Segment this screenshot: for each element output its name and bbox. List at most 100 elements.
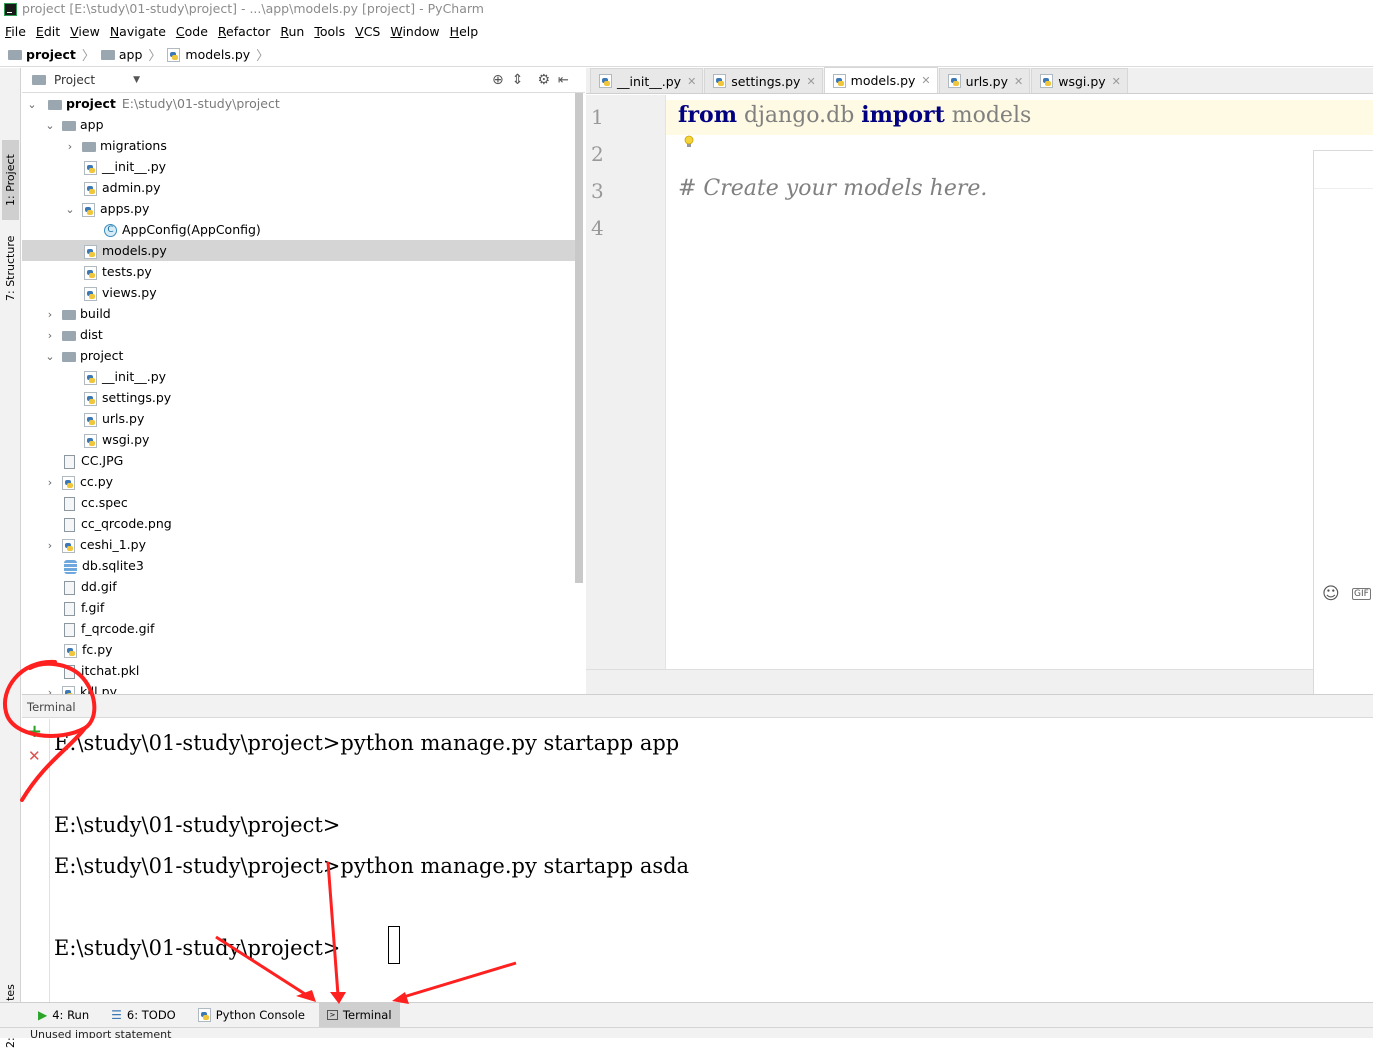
folder-icon — [47, 99, 62, 110]
project-view-icon — [32, 75, 46, 85]
project-panel-header: Project ▼ ⊕ ⇕ ⚙ ⇤ — [22, 68, 585, 93]
editor-bottom-area — [586, 669, 1313, 694]
tree-item[interactable]: › build — [22, 303, 575, 324]
tree-item[interactable]: cc.spec — [22, 492, 575, 513]
tree-item[interactable]: fc.py — [22, 639, 575, 660]
close-icon[interactable]: ✕ — [921, 74, 930, 87]
tab-todo[interactable]: ☰ 6: TODO — [103, 1003, 184, 1027]
scroll-from-source-icon[interactable]: ⊕ — [492, 72, 504, 88]
menu-navigate[interactable]: Navigate — [110, 24, 166, 39]
tree-root[interactable]: ⌄ project E:\study\01-study\project — [22, 93, 575, 114]
chevron-right-icon[interactable]: › — [64, 136, 76, 157]
tree-item[interactable]: › dist — [22, 324, 575, 345]
tree-item[interactable]: cc_qrcode.png — [22, 513, 575, 534]
tool-tab-project[interactable]: 1: Project — [2, 140, 19, 220]
tree-item[interactable]: C AppConfig(AppConfig) — [22, 219, 575, 240]
close-icon[interactable]: ✕ — [806, 75, 815, 88]
project-view-selector[interactable]: Project — [54, 73, 95, 87]
tab-settings-py[interactable]: settings.py ✕ — [704, 68, 823, 93]
menu-edit[interactable]: Edit — [36, 24, 60, 39]
tab-python-console[interactable]: Python Console — [190, 1003, 313, 1027]
chevron-right-icon[interactable]: › — [44, 535, 56, 556]
annotation-arrow-1 — [326, 861, 340, 996]
code-line-1[interactable]: from django.db import models — [678, 102, 1031, 128]
tree-item[interactable]: CC.JPG — [22, 450, 575, 471]
tree-item-selected[interactable]: models.py — [22, 240, 575, 261]
tab-init-py[interactable]: __init__.py ✕ — [590, 68, 704, 93]
settings-gear-icon[interactable]: ⚙ — [537, 72, 550, 88]
tree-scrollbar[interactable] — [575, 93, 583, 583]
menu-refactor[interactable]: Refactor — [218, 24, 270, 39]
lightbulb-icon[interactable] — [684, 135, 694, 149]
tree-item[interactable]: › kill.py — [22, 681, 575, 694]
dropdown-arrow-icon[interactable]: ▼ — [133, 75, 140, 85]
collapse-all-icon[interactable]: ⇕ — [512, 72, 524, 88]
gif-icon[interactable]: GIF — [1352, 588, 1371, 600]
tree-item[interactable]: dd.gif — [22, 576, 575, 597]
chevron-down-icon[interactable]: ⌄ — [64, 199, 76, 220]
tree-item[interactable]: f_qrcode.gif — [22, 618, 575, 639]
new-session-icon[interactable]: + — [27, 721, 42, 742]
chevron-right-icon[interactable]: › — [44, 325, 56, 346]
chevron-right-icon[interactable]: › — [44, 304, 56, 325]
tree-item[interactable]: __init__.py — [22, 156, 575, 177]
close-icon[interactable]: ✕ — [687, 75, 696, 88]
menu-code[interactable]: Code — [176, 24, 208, 39]
menu-tools[interactable]: Tools — [314, 24, 345, 39]
tree-item[interactable]: › migrations — [22, 135, 575, 156]
chevron-down-icon[interactable]: ⌄ — [44, 115, 56, 136]
tab-wsgi-py[interactable]: wsgi.py ✕ — [1031, 68, 1128, 93]
tree-item[interactable]: › cc.py — [22, 471, 575, 492]
editor-gutter: 1 2 3 4 — [586, 95, 666, 669]
menu-window[interactable]: Window — [390, 24, 439, 39]
chevron-right-icon[interactable]: › — [44, 682, 56, 694]
run-icon: ▶ — [38, 1008, 48, 1022]
breadcrumb-project[interactable]: project — [26, 47, 76, 62]
tree-item[interactable]: db.sqlite3 — [22, 555, 575, 576]
tree-item[interactable]: wsgi.py — [22, 429, 575, 450]
menu-help[interactable]: Help — [450, 24, 479, 39]
close-icon[interactable]: ✕ — [1112, 75, 1121, 88]
tree-item[interactable]: views.py — [22, 282, 575, 303]
breadcrumb-app[interactable]: app — [119, 47, 143, 62]
menu-run[interactable]: Run — [280, 24, 304, 39]
chevron-right-icon: 〉 — [81, 49, 95, 64]
python-file-icon — [713, 74, 727, 88]
tab-run[interactable]: ▶ 4: Run — [30, 1003, 97, 1027]
terminal-line[interactable]: E:\study\01-study\project> — [54, 936, 340, 960]
hide-panel-icon[interactable]: ⇤ — [558, 73, 569, 88]
tab-terminal[interactable]: > Terminal — [318, 1003, 400, 1027]
tree-item[interactable]: tests.py — [22, 261, 575, 282]
chevron-down-icon[interactable]: ⌄ — [26, 94, 38, 115]
python-file-icon — [62, 475, 75, 490]
menu-view[interactable]: View — [70, 24, 100, 39]
python-file-icon — [1040, 74, 1054, 88]
tab-models-py[interactable]: models.py ✕ — [823, 67, 938, 93]
tree-item[interactable]: urls.py — [22, 408, 575, 429]
tool-tab-structure[interactable]: 7: Structure — [2, 228, 19, 308]
tree-item[interactable]: ⌄ app — [22, 114, 575, 135]
chevron-right-icon[interactable]: › — [44, 472, 56, 493]
close-icon[interactable]: ✕ — [1014, 75, 1023, 88]
tree-item[interactable]: settings.py — [22, 387, 575, 408]
tree-item[interactable]: › ceshi_1.py — [22, 534, 575, 555]
menu-vcs[interactable]: VCS — [355, 24, 380, 39]
breadcrumb-file[interactable]: models.py — [185, 47, 250, 62]
line-number: 4 — [591, 216, 604, 240]
chevron-down-icon[interactable]: ⌄ — [44, 346, 56, 367]
chevron-right-icon: 〉 — [256, 49, 270, 64]
python-file-icon — [62, 685, 75, 694]
tree-item[interactable]: __init__.py — [22, 366, 575, 387]
tree-item[interactable]: itchat.pkl — [22, 660, 575, 681]
tree-item[interactable]: ⌄ project — [22, 345, 575, 366]
code-line-3[interactable]: # Create your models here. — [678, 176, 987, 201]
tree-item[interactable]: ⌄ apps.py — [22, 198, 575, 219]
tree-item[interactable]: f.gif — [22, 597, 575, 618]
close-session-icon[interactable]: ✕ — [28, 747, 41, 765]
text-file-icon — [64, 496, 75, 511]
emoji-icon[interactable]: ☺ — [1322, 584, 1340, 604]
class-icon: C — [104, 224, 117, 237]
tab-urls-py[interactable]: urls.py ✕ — [938, 68, 1031, 93]
menu-file[interactable]: File — [5, 24, 26, 39]
tree-item[interactable]: admin.py — [22, 177, 575, 198]
